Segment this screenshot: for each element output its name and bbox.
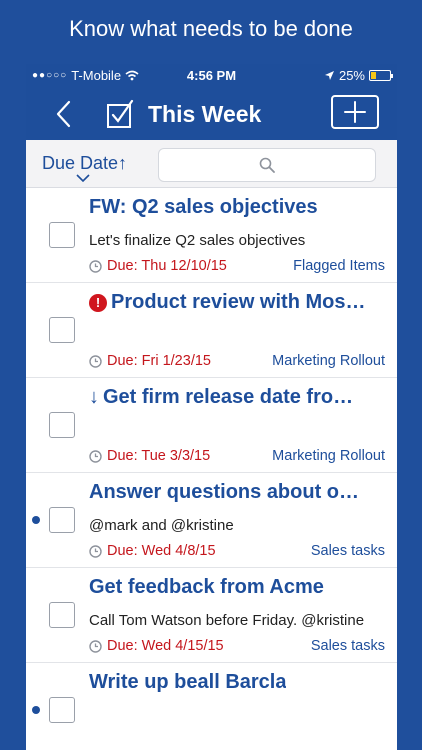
location-arrow-icon [324,71,334,80]
task-checkbox[interactable] [49,697,75,723]
task-due: Due: Thu 12/10/15 [89,258,227,274]
back-button[interactable] [50,98,80,130]
task-list: FW: Q2 sales objectives Let's finalize Q… [26,188,397,750]
clock-icon [89,354,102,368]
task-checkbox[interactable] [49,222,75,248]
task-note: Let's finalize Q2 sales objectives [89,232,306,249]
task-row[interactable]: FW: Q2 sales objectives Let's finalize Q… [26,188,397,283]
task-row[interactable]: Write up beall Barcla [26,663,397,750]
task-category[interactable]: Sales tasks [311,543,385,559]
low-priority-arrow-icon: ↓ [89,386,99,408]
high-priority-icon: ! [89,293,107,312]
task-checkbox[interactable] [49,317,75,343]
sort-button[interactable]: Due Date↑ [42,153,127,174]
task-checkbox[interactable] [49,412,75,438]
add-task-button[interactable] [331,95,379,129]
task-checkbox[interactable] [49,602,75,628]
checkbox-checked-icon [107,99,134,128]
unread-dot-icon [32,706,40,714]
task-checkbox[interactable] [49,507,75,533]
task-title: Get firm release date fro… [103,386,354,408]
task-title: FW: Q2 sales objectives [89,196,318,218]
clock-icon [89,639,102,653]
chevron-down-icon [76,174,90,182]
task-due-label: Due: Fri 1/23/15 [107,353,211,369]
battery-icon [369,70,393,81]
task-due-label: Due: Thu 12/10/15 [107,258,227,274]
task-title: Get feedback from Acme [89,576,324,598]
task-title: Product review with Mos… [111,291,366,313]
chevron-left-icon [56,100,71,128]
plus-icon [344,101,366,123]
task-due: Due: Wed 4/8/15 [89,543,216,559]
app-header: ●●○○○ T-Mobile 4:56 PM 25% This Week [26,64,397,140]
task-row[interactable]: ↓ Get firm release date fro… Due: Tue 3/… [26,378,397,473]
clock-icon [89,544,102,558]
phone-screen: ●●○○○ T-Mobile 4:56 PM 25% This Week Due… [26,64,397,750]
task-row[interactable]: Answer questions about o… @mark and @kri… [26,473,397,568]
task-title: Answer questions about o… [89,481,360,503]
page-title: This Week [148,100,262,127]
task-category[interactable]: Marketing Rollout [272,353,385,369]
status-bar: ●●○○○ T-Mobile 4:56 PM 25% [26,64,397,86]
task-row[interactable]: ! Product review with Mos… Due: Fri 1/23… [26,283,397,378]
task-title: Write up beall Barcla [89,671,287,693]
task-category[interactable]: Marketing Rollout [272,448,385,464]
search-input[interactable] [158,148,376,182]
nav-bar: This Week [26,92,397,136]
task-category[interactable]: Flagged Items [293,258,385,274]
task-note: @mark and @kristine [89,517,234,534]
filter-bar: Due Date↑ [26,140,397,188]
unread-dot-icon [32,516,40,524]
task-row[interactable]: Get feedback from Acme Call Tom Watson b… [26,568,397,663]
clock-icon [89,259,102,273]
task-note: Call Tom Watson before Friday. @kristine [89,612,365,629]
task-category[interactable]: Sales tasks [311,638,385,654]
promo-headline: Know what needs to be done [69,16,353,41]
task-due: Due: Fri 1/23/15 [89,353,211,369]
search-icon [259,157,275,173]
battery-percent: 25% [338,68,365,83]
task-due: Due: Tue 3/3/15 [89,448,210,464]
task-due-label: Due: Wed 4/8/15 [107,543,216,559]
task-due: Due: Wed 4/15/15 [89,638,224,654]
task-due-label: Due: Wed 4/15/15 [107,638,224,654]
task-due-label: Due: Tue 3/3/15 [107,448,211,464]
clock-icon [89,449,102,463]
